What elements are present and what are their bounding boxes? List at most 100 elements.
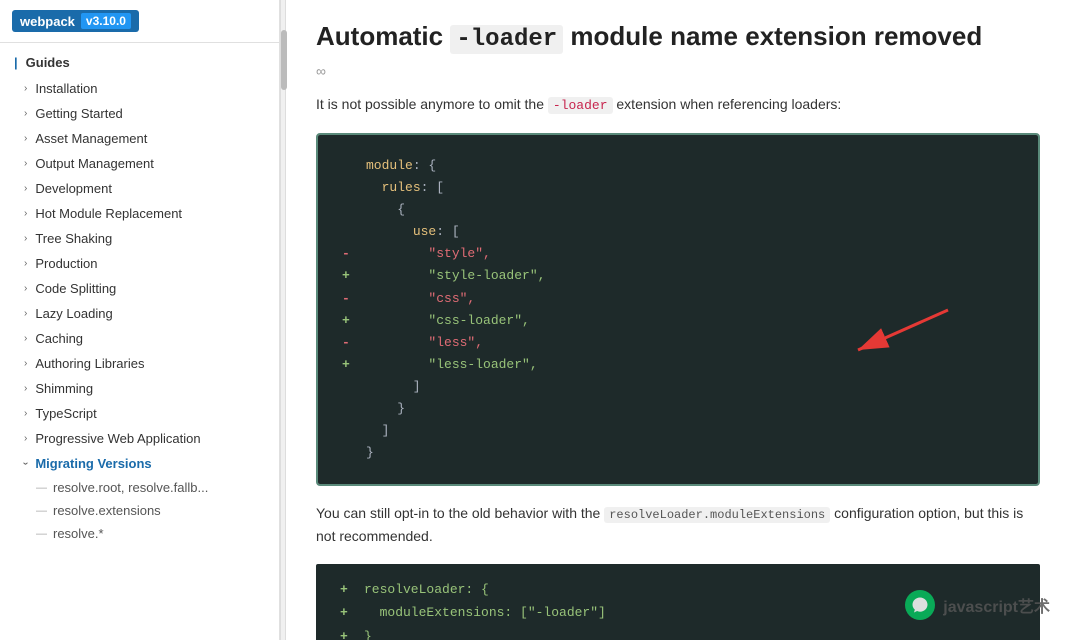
scroll-handle[interactable] — [281, 30, 287, 90]
main-content: Automatic -loader module name extension … — [286, 0, 1080, 640]
watermark: javascript艺术 — [905, 590, 1050, 620]
chevron-icon: › — [24, 383, 27, 394]
red-arrow-icon — [838, 300, 958, 360]
code-block-1: module: { rules: [ { use: [ - "style", — [316, 133, 1040, 486]
sidebar-sub-item-resolve-root[interactable]: resolve.root, resolve.fallb... — [0, 476, 279, 499]
code-line: use: [ — [342, 221, 1014, 243]
sidebar: webpack v3.10.0 | Guides › Installation … — [0, 0, 280, 640]
intro-text: It is not possible anymore to omit the — [316, 96, 544, 112]
chevron-icon: › — [24, 433, 27, 444]
code-line: + "style-loader", — [342, 265, 1014, 287]
line-prefix: + — [340, 578, 356, 601]
sub-item-label: resolve.* — [53, 526, 104, 541]
title-code: -loader — [450, 25, 563, 54]
line-prefix — [342, 420, 358, 442]
sidebar-item-lazy-loading[interactable]: › Lazy Loading — [0, 301, 279, 326]
sidebar-item-tree-shaking[interactable]: › Tree Shaking — [0, 226, 279, 251]
intro-code: -loader — [548, 97, 613, 114]
sidebar-item-label: Tree Shaking — [35, 231, 112, 246]
sidebar-item-typescript[interactable]: › TypeScript — [0, 401, 279, 426]
sidebar-item-shimming[interactable]: › Shimming — [0, 376, 279, 401]
code-content-1: module: { rules: [ { use: [ - "style", — [318, 135, 1038, 484]
chevron-icon: › — [24, 208, 27, 219]
intro-paragraph: It is not possible anymore to omit the -… — [316, 93, 1040, 117]
sidebar-item-getting-started[interactable]: › Getting Started — [0, 101, 279, 126]
title-suffix: module name extension removed — [570, 21, 982, 51]
sidebar-item-output-management[interactable]: › Output Management — [0, 151, 279, 176]
code-line: ] — [342, 376, 1014, 398]
sidebar-guides-section[interactable]: | Guides — [0, 49, 279, 76]
line-prefix: - — [342, 332, 358, 354]
sidebar-item-label: Installation — [35, 81, 97, 96]
sidebar-item-caching[interactable]: › Caching — [0, 326, 279, 351]
line-prefix: - — [342, 243, 358, 265]
line-prefix: + — [340, 601, 356, 624]
chevron-icon: › — [24, 333, 27, 344]
sidebar-item-pwa[interactable]: › Progressive Web Application — [0, 426, 279, 451]
code-line: - "style", — [342, 243, 1014, 265]
chevron-icon: › — [24, 83, 27, 94]
sidebar-sub-item-resolve-extensions[interactable]: resolve.extensions — [0, 499, 279, 522]
sidebar-item-label: Migrating Versions — [35, 456, 151, 471]
sidebar-sub-item-resolve-star[interactable]: resolve.* — [0, 522, 279, 545]
sidebar-item-label: Asset Management — [35, 131, 147, 146]
sidebar-item-development[interactable]: › Development — [0, 176, 279, 201]
sidebar-item-code-splitting[interactable]: › Code Splitting — [0, 276, 279, 301]
scroll-divider — [280, 0, 286, 640]
line-prefix — [342, 442, 358, 464]
guides-pipe-icon: | — [14, 55, 18, 70]
watermark-text: javascript艺术 — [943, 593, 1050, 617]
sidebar-item-hmr[interactable]: › Hot Module Replacement — [0, 201, 279, 226]
line-prefix: + — [342, 310, 358, 332]
sub-item-label: resolve.root, resolve.fallb... — [53, 480, 208, 495]
sidebar-item-label: Hot Module Replacement — [35, 206, 182, 221]
sub-item-label: resolve.extensions — [53, 503, 161, 518]
chevron-icon: › — [24, 183, 27, 194]
chevron-icon: › — [24, 133, 27, 144]
body-text-1: You can still opt-in to the old behavior… — [316, 505, 600, 521]
line-prefix — [342, 398, 358, 420]
sidebar-item-label: Progressive Web Application — [35, 431, 200, 446]
sidebar-item-authoring-libraries[interactable]: › Authoring Libraries — [0, 351, 279, 376]
chevron-icon: › — [24, 408, 27, 419]
line-prefix: + — [342, 265, 358, 287]
chevron-icon: › — [24, 108, 27, 119]
body-code-inline: resolveLoader.moduleExtensions — [604, 507, 830, 523]
anchor-link-icon[interactable]: ∞ — [316, 63, 1040, 79]
line-prefix: + — [342, 354, 358, 376]
sidebar-item-production[interactable]: › Production — [0, 251, 279, 276]
line-prefix: + — [340, 625, 356, 640]
sidebar-item-label: Code Splitting — [35, 281, 116, 296]
sidebar-item-label: Caching — [35, 331, 83, 346]
guides-label: Guides — [26, 55, 70, 70]
code-line: { — [342, 199, 1014, 221]
sidebar-item-label: Development — [35, 181, 112, 196]
wechat-icon — [905, 590, 935, 620]
code-line: ] — [342, 420, 1014, 442]
sidebar-item-label: Shimming — [35, 381, 93, 396]
sidebar-item-label: Production — [35, 256, 97, 271]
red-arrow-container — [838, 300, 958, 368]
code-line: } — [342, 398, 1014, 420]
sidebar-item-label: Authoring Libraries — [35, 356, 144, 371]
chevron-icon: › — [24, 283, 27, 294]
sidebar-item-label: Output Management — [35, 156, 154, 171]
sidebar-item-label: TypeScript — [35, 406, 96, 421]
sidebar-item-migrating-versions[interactable]: › Migrating Versions — [0, 451, 279, 476]
line-prefix: - — [342, 288, 358, 310]
webpack-logo: webpack v3.10.0 — [12, 10, 139, 32]
sidebar-item-asset-management[interactable]: › Asset Management — [0, 126, 279, 151]
webpack-label: webpack — [20, 14, 75, 29]
code-line: } — [342, 442, 1014, 464]
code-line: + } — [340, 625, 1016, 640]
body-paragraph-1: You can still opt-in to the old behavior… — [316, 502, 1040, 548]
chevron-icon: › — [24, 308, 27, 319]
line-prefix — [342, 199, 358, 221]
chevron-icon: › — [24, 233, 27, 244]
chevron-icon: › — [24, 258, 27, 269]
intro-suffix: extension when referencing loaders: — [616, 96, 841, 112]
sidebar-header: webpack v3.10.0 — [0, 0, 279, 43]
line-prefix — [342, 177, 358, 199]
sidebar-item-installation[interactable]: › Installation — [0, 76, 279, 101]
sidebar-item-label: Getting Started — [35, 106, 122, 121]
